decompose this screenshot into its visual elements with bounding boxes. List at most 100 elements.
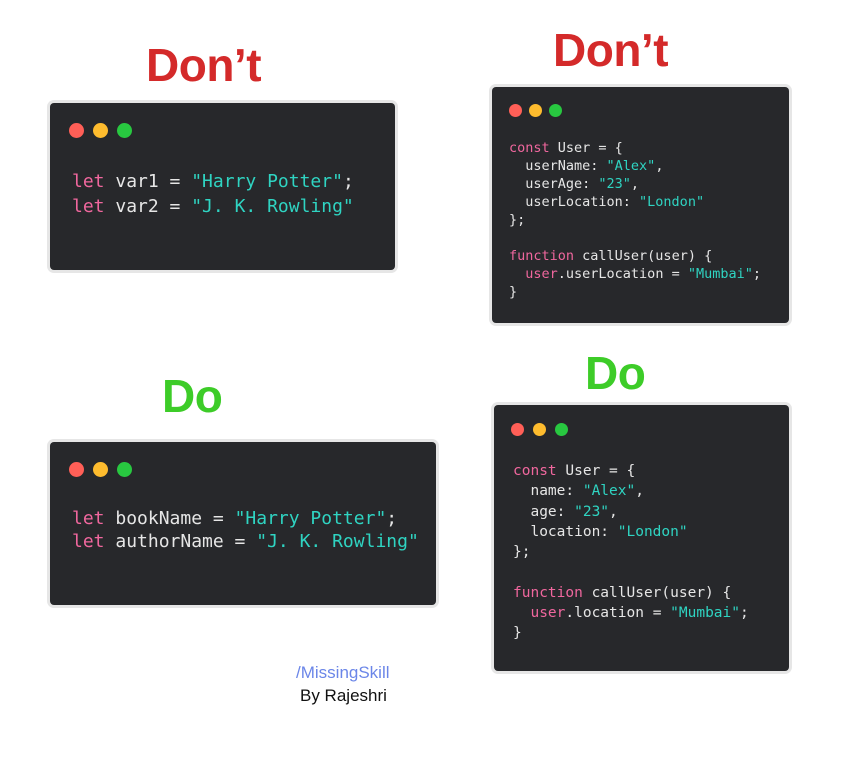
code-token: ; [740, 605, 749, 622]
code-keyword: let [72, 531, 105, 552]
code-block: let bookName = "Harry Potter"; let autho… [72, 507, 419, 553]
maximize-dot-icon [555, 423, 568, 436]
code-card-dont-object: const User = { userName: "Alex", userAge… [492, 87, 789, 323]
dont-heading-variables: Don’t [146, 39, 262, 91]
code-line: location: "London" [513, 523, 688, 540]
code-keyword: const [513, 463, 557, 479]
close-dot-icon [69, 123, 84, 138]
code-token: , [655, 158, 664, 174]
code-token: }; [509, 212, 526, 228]
code-card-do-object: const User = { name: "Alex", age: "23", … [494, 405, 789, 671]
code-line: }; [513, 544, 530, 560]
window-controls [511, 423, 568, 436]
window-controls [69, 462, 132, 477]
code-string: "J. K. Rowling" [191, 196, 354, 217]
code-string: "23" [598, 176, 631, 192]
close-dot-icon [69, 462, 84, 477]
do-heading-variables: Do [162, 370, 223, 422]
code-string: "Mumbai" [670, 605, 740, 622]
code-token: ; [342, 171, 354, 192]
code-block: const User = { name: "Alex", age: "23", … [513, 461, 749, 644]
maximize-dot-icon [117, 123, 132, 138]
code-keyword: let [72, 171, 105, 192]
maximize-dot-icon [117, 462, 132, 477]
code-block: let var1 = "Harry Potter"; let var2 = "J… [72, 169, 354, 219]
code-line: user.userLocation = "Mumbai"; [509, 266, 761, 282]
code-keyword: let [72, 196, 105, 217]
code-string: "Harry Potter" [234, 508, 387, 529]
minimize-dot-icon [533, 423, 546, 436]
code-keyword: let [72, 508, 105, 529]
code-line: userLocation: "London" [509, 194, 704, 210]
code-string: "Alex" [582, 483, 636, 500]
code-token: User = { [556, 463, 636, 479]
minimize-dot-icon [93, 123, 108, 138]
code-token: } [509, 284, 518, 300]
window-controls [69, 123, 132, 138]
code-string: "Harry Potter" [191, 171, 343, 192]
code-line: const User = { [513, 463, 635, 479]
code-line: } [509, 284, 517, 300]
code-token: name: [513, 483, 583, 500]
code-line: }; [509, 212, 525, 228]
code-line: user.location = "Mumbai"; [513, 605, 749, 622]
code-token: age: [513, 503, 575, 520]
dont-heading-object: Don’t [553, 24, 669, 76]
code-string: "J. K. Rowling" [256, 531, 419, 552]
code-string: "23" [574, 503, 610, 520]
code-token: , [635, 483, 644, 500]
close-dot-icon [511, 423, 524, 436]
code-string: "London" [639, 194, 705, 210]
code-token: var1 = [104, 171, 192, 192]
code-block: const User = { userName: "Alex", userAge… [509, 139, 761, 301]
code-line: userAge: "23", [509, 176, 639, 192]
code-token: , [630, 176, 640, 192]
code-keyword: function [509, 248, 575, 264]
code-token: }; [513, 544, 531, 561]
code-line: const User = { [509, 140, 623, 156]
code-token: .userLocation = [557, 266, 688, 282]
author-byline: By Rajeshri [300, 686, 387, 705]
code-token: callUser(user) { [574, 248, 713, 264]
code-line: userName: "Alex", [509, 158, 663, 174]
code-token: authorName = [104, 531, 257, 552]
brand-name: /MissingSkill [296, 663, 390, 682]
code-token: ; [752, 266, 761, 282]
code-line: age: "23", [513, 503, 618, 520]
code-line: let bookName = "Harry Potter"; [72, 508, 397, 529]
code-token: var2 = [104, 196, 192, 217]
code-token: userName: [509, 158, 607, 174]
maximize-dot-icon [549, 104, 562, 117]
code-line: let authorName = "J. K. Rowling" [72, 531, 419, 552]
code-token: user [530, 605, 566, 622]
window-controls [509, 104, 562, 117]
code-line: let var1 = "Harry Potter"; [72, 171, 354, 192]
code-line: function callUser(user) { [509, 248, 712, 264]
code-token: userAge: [509, 176, 599, 192]
code-card-do-variables: let bookName = "Harry Potter"; let autho… [50, 442, 436, 605]
code-token: userLocation: [509, 194, 640, 210]
code-string: "Mumbai" [687, 266, 753, 282]
code-token: .location = [565, 605, 671, 622]
code-token: } [513, 625, 522, 642]
code-string: "London" [617, 523, 688, 540]
code-token: , [609, 503, 618, 520]
close-dot-icon [509, 104, 522, 117]
minimize-dot-icon [93, 462, 108, 477]
code-line: function callUser(user) { [513, 585, 731, 601]
code-keyword: function [513, 584, 583, 601]
code-token: User = { [549, 140, 623, 156]
code-token: callUser(user) { [582, 584, 732, 601]
minimize-dot-icon [529, 104, 542, 117]
code-line: name: "Alex", [513, 483, 644, 499]
code-line: let var2 = "J. K. Rowling" [72, 196, 354, 217]
code-token: location: [513, 523, 618, 540]
do-heading-object: Do [585, 347, 646, 399]
code-keyword: const [509, 140, 550, 156]
code-token: ; [386, 508, 398, 529]
code-line: } [513, 625, 522, 641]
code-token: bookName = [104, 508, 235, 529]
code-token: user [525, 266, 558, 282]
